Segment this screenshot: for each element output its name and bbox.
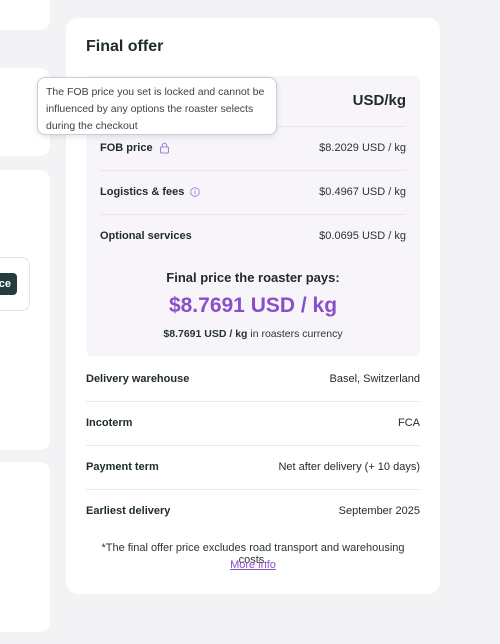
offer-title: Final offer xyxy=(86,38,164,55)
price-row-label: FOB price xyxy=(100,142,153,154)
detail-label: Earliest delivery xyxy=(86,505,171,517)
detail-value: Net after delivery (+ 10 days) xyxy=(278,461,420,473)
price-row-value: $0.0695 USD / kg xyxy=(319,230,406,242)
detail-label: Incoterm xyxy=(86,417,133,429)
fob-lock-tooltip: The FOB price you set is locked and cann… xyxy=(37,77,277,135)
detail-label: Delivery warehouse xyxy=(86,373,190,385)
detail-value: September 2025 xyxy=(338,505,420,517)
price-row-value: $0.4967 USD / kg xyxy=(319,186,406,198)
price-row-label: Optional services xyxy=(100,230,192,242)
currency-header: USD/kg xyxy=(352,92,406,109)
detail-row-payment: Payment term Net after delivery (+ 10 da… xyxy=(86,445,420,489)
info-icon[interactable] xyxy=(190,187,201,197)
detail-row-incoterm: Incoterm FCA xyxy=(86,401,420,445)
detail-label: Payment term xyxy=(86,461,159,473)
final-price-label: Final price the roaster pays: xyxy=(166,270,340,285)
lock-icon[interactable] xyxy=(159,142,170,154)
detail-value: FCA xyxy=(398,417,420,429)
detail-row-warehouse: Delivery warehouse Basel, Switzerland xyxy=(86,357,420,401)
final-price: $8.7691 USD / kg xyxy=(168,294,338,317)
price-row-label: Logistics & fees xyxy=(100,186,185,198)
final-price-local: $8.7691 USD / kg in roasters currency xyxy=(86,328,420,340)
more-info-link[interactable]: More info xyxy=(230,559,276,571)
left-action-button[interactable]: ce xyxy=(0,273,17,295)
price-row-optional: Optional services $0.0695 USD / kg xyxy=(100,214,406,258)
left-card-4 xyxy=(0,462,50,632)
price-row-logistics: Logistics & fees $0.4967 USD / kg xyxy=(100,170,406,214)
detail-value: Basel, Switzerland xyxy=(329,373,421,385)
final-local-suffix: in roasters currency xyxy=(247,328,343,340)
detail-row-delivery: Earliest delivery September 2025 xyxy=(86,489,420,533)
final-local-amount: $8.7691 USD / kg xyxy=(163,328,248,340)
left-card-top xyxy=(0,0,50,30)
price-row-value: $8.2029 USD / kg xyxy=(319,142,406,154)
